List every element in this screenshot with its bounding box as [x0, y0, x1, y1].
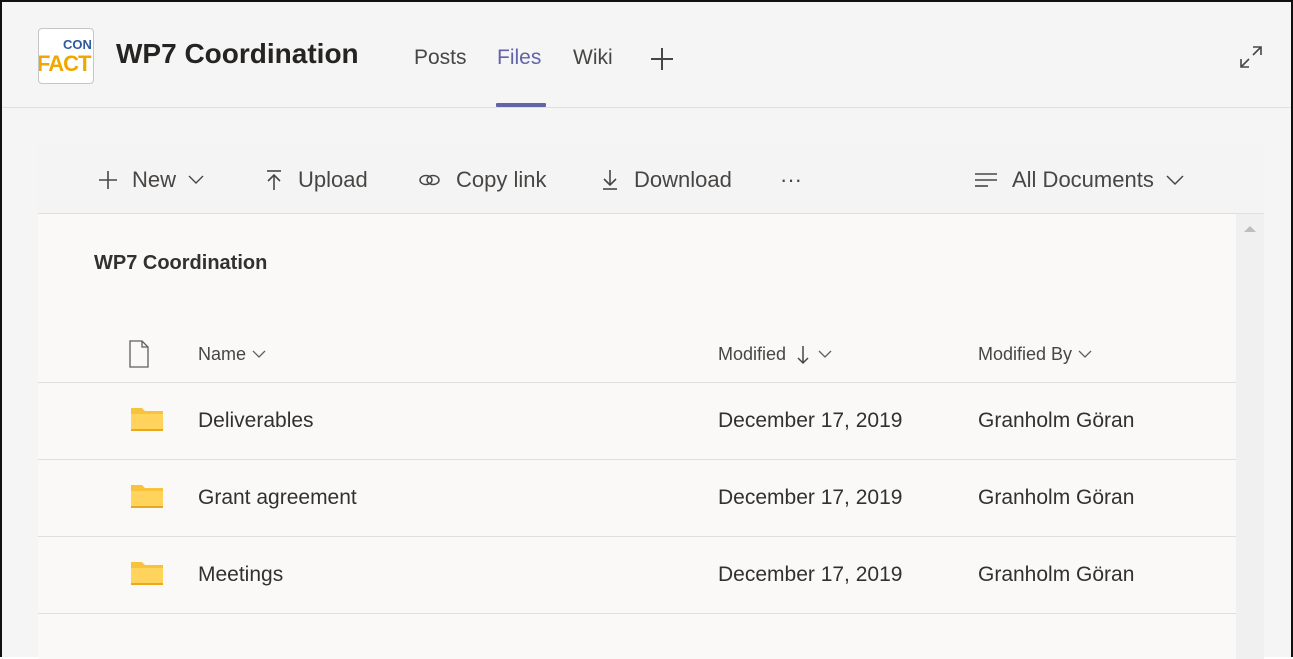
active-tab-indicator [496, 103, 546, 107]
table-row[interactable]: Grant agreement December 17, 2019 Granho… [38, 460, 1236, 537]
upload-button[interactable]: Upload [264, 166, 368, 194]
download-label: Download [634, 167, 732, 192]
modified-by: Granholm Göran [978, 486, 1135, 509]
more-actions-button[interactable]: ··· [780, 166, 802, 194]
view-label: All Documents [1012, 167, 1154, 192]
folder-icon [131, 408, 163, 431]
tab-wiki[interactable]: Wiki [573, 46, 613, 70]
modified-by-column-header[interactable]: Modified By [978, 344, 1092, 365]
name-column-header[interactable]: Name [198, 344, 266, 365]
channel-header: CON FACT WP7 Coordination Posts Files Wi… [2, 2, 1291, 108]
channel-title: WP7 Coordination [116, 38, 359, 69]
files-panel: New Upload Copy link Download ··· All Do… [38, 144, 1264, 659]
teams-window: CON FACT WP7 Coordination Posts Files Wi… [0, 0, 1293, 659]
document-icon [129, 340, 149, 368]
upload-icon [267, 170, 281, 190]
chevron-down-icon [252, 350, 266, 358]
tab-posts[interactable]: Posts [414, 46, 467, 70]
add-tab-button[interactable] [649, 46, 675, 72]
plus-icon [99, 171, 117, 189]
chevron-down-icon [818, 350, 832, 358]
ellipsis-icon: ··· [780, 167, 802, 192]
logo-text-top: CON [63, 37, 92, 52]
folder-icon [131, 562, 163, 585]
list-view-icon [975, 173, 997, 187]
table-row[interactable]: Deliverables December 17, 2019 Granholm … [38, 383, 1236, 460]
copy-link-button[interactable]: Copy link [418, 166, 546, 194]
file-type-column-header[interactable] [128, 340, 150, 373]
download-button[interactable]: Download [600, 166, 732, 194]
link-icon [419, 174, 440, 186]
view-selector[interactable]: All Documents [974, 166, 1198, 194]
download-icon [603, 170, 617, 190]
modified-by: Granholm Göran [978, 563, 1135, 586]
file-name[interactable]: Meetings [198, 563, 283, 587]
chevron-down-icon [188, 175, 204, 184]
modified-column-header[interactable]: Modified [718, 344, 832, 365]
new-button[interactable]: New [98, 166, 218, 194]
folder-icon [131, 485, 163, 508]
file-name[interactable]: Grant agreement [198, 486, 357, 510]
logo-text-bottom: FACT [38, 51, 91, 76]
team-logo: CON FACT [38, 28, 94, 84]
plus-icon [651, 48, 673, 70]
vertical-scrollbar[interactable] [1236, 214, 1264, 659]
scroll-up-arrow-icon[interactable] [1244, 226, 1256, 232]
modified-date: December 17, 2019 [718, 486, 903, 509]
table-row[interactable]: Meetings December 17, 2019 Granholm Göra… [38, 537, 1236, 614]
modified-column-label: Modified [718, 344, 787, 364]
library-title: WP7 Coordination [94, 252, 268, 274]
sort-descending-icon [797, 345, 809, 364]
modified-date: December 17, 2019 [718, 563, 903, 586]
modified-by-column-label: Modified By [978, 344, 1073, 364]
expand-icon [1240, 46, 1262, 68]
copy-link-label: Copy link [456, 167, 547, 192]
modified-date: December 17, 2019 [718, 409, 903, 432]
tab-files[interactable]: Files [497, 46, 541, 70]
chevron-down-icon [1166, 174, 1184, 185]
expand-button[interactable] [1238, 44, 1264, 70]
modified-by: Granholm Göran [978, 409, 1135, 432]
chevron-down-icon [1078, 350, 1092, 358]
command-bar: New Upload Copy link Download ··· All Do… [38, 144, 1264, 214]
new-label: New [132, 167, 177, 192]
upload-label: Upload [298, 167, 368, 192]
name-column-label: Name [198, 344, 247, 364]
file-name[interactable]: Deliverables [198, 409, 314, 433]
